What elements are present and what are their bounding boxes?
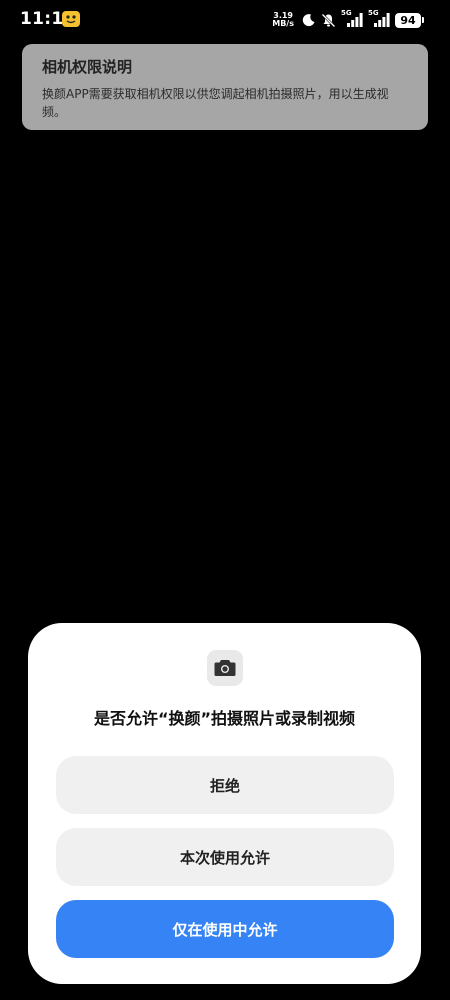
dialog-title: 是否允许“换颜”拍摄照片或录制视频 [93, 709, 356, 728]
screen: 11:16 3.19 MB/s 5G 5G 94 相机权限说明 换颜APP需要获… [0, 0, 450, 1000]
allow-while-using-button[interactable]: 仅在使用中允许 [56, 900, 394, 958]
deny-button[interactable]: 拒绝 [56, 756, 394, 814]
permission-explanation-card: 相机权限说明 换颜APP需要获取相机权限以供您调起相机拍摄照片，用以生成视频。 [22, 44, 428, 130]
battery-tip [422, 17, 424, 23]
battery-icon: 94 [395, 12, 421, 28]
sim2-signal: 5G [368, 9, 390, 28]
camera-icon [207, 650, 243, 686]
app-notification-icon [62, 11, 80, 27]
battery-level: 94 [400, 13, 416, 27]
explanation-description: 换颜APP需要获取相机权限以供您调起相机拍摄照片，用以生成视频。 [42, 87, 389, 119]
explanation-title: 相机权限说明 [42, 58, 133, 76]
status-indicators: 3.19 MB/s 5G 5G 94 [272, 9, 424, 31]
permission-dialog: 是否允许“换颜”拍摄照片或录制视频 拒绝 本次使用允许 仅在使用中允许 [28, 623, 421, 984]
network-speed: 3.19 MB/s [272, 12, 294, 28]
network-speed-unit: MB/s [272, 19, 294, 28]
allow-once-button[interactable]: 本次使用允许 [56, 828, 394, 886]
signal-icon [374, 13, 390, 27]
mute-bell-icon [321, 13, 336, 27]
moon-icon [302, 14, 315, 27]
signal-icon [347, 13, 363, 27]
status-bar: 11:16 3.19 MB/s 5G 5G 94 [0, 0, 450, 40]
sim1-signal: 5G [341, 9, 363, 28]
